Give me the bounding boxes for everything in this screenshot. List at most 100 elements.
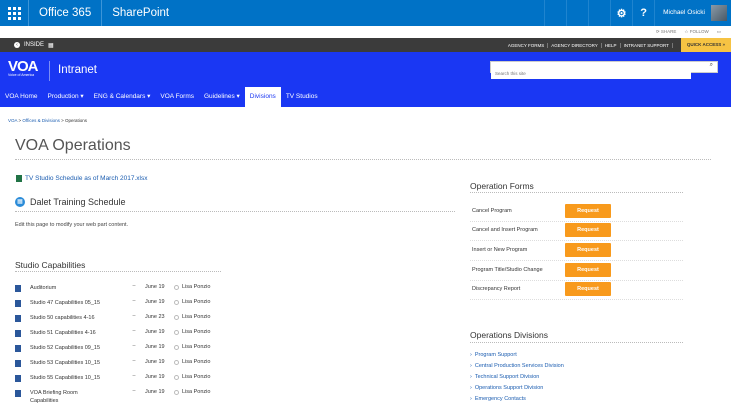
list-item: Studio 52 Capabilities 09_15 ··· June 19… xyxy=(15,343,225,359)
doc-author[interactable]: Lisa Ponzio xyxy=(182,374,210,380)
inside-voa-bar: ‹ INSIDE ▦ AGENCY FORMS AGENCY DIRECTORY… xyxy=(0,38,731,52)
title-divider xyxy=(15,159,711,160)
doc-author[interactable]: Lisa Ponzio xyxy=(182,329,210,335)
search-input[interactable] xyxy=(491,68,691,79)
form-label: Program Title/Studio Change xyxy=(472,267,543,273)
doc-author[interactable]: Lisa Ponzio xyxy=(182,359,210,365)
word-doc-icon xyxy=(15,360,21,367)
word-doc-icon xyxy=(15,300,21,307)
doc-name[interactable]: Studio 51 Capabilities 4-16 xyxy=(30,329,140,337)
doc-date: June 19 xyxy=(145,329,165,335)
page-title: VOA Operations xyxy=(15,137,131,154)
presence-icon xyxy=(174,360,179,365)
sharepoint-app-title[interactable]: SharePoint xyxy=(101,0,179,26)
word-doc-icon xyxy=(15,285,21,292)
nav-eng-calendars[interactable]: ENG & Calendars ▾ xyxy=(89,87,156,107)
user-name[interactable]: Michael Osicki xyxy=(654,0,711,26)
studio-divider xyxy=(15,271,221,272)
doc-name[interactable]: VOA Briefing Room Capabilities xyxy=(30,389,100,405)
main-navigation: VOA Home Production ▾ ENG & Calendars ▾ … xyxy=(0,87,731,107)
doc-date: June 19 xyxy=(145,359,165,365)
doc-name[interactable]: Auditorium xyxy=(30,284,140,292)
doc-author[interactable]: Lisa Ponzio xyxy=(182,299,210,305)
ellipsis-menu-icon[interactable]: ··· xyxy=(132,373,136,379)
agency-directory-link[interactable]: AGENCY DIRECTORY xyxy=(548,42,602,48)
help-icon[interactable]: ? xyxy=(632,0,654,26)
studio-capabilities-heading: Studio Capabilities xyxy=(15,260,86,270)
doc-date: June 19 xyxy=(145,389,165,395)
doc-date: June 19 xyxy=(145,284,165,290)
breadcrumb-offices-divisions[interactable]: Offices & Divisions xyxy=(22,118,59,123)
inside-voa-logo[interactable]: ‹ INSIDE ▦ xyxy=(0,42,54,49)
request-button[interactable]: Request xyxy=(565,243,611,257)
operation-forms-heading: Operation Forms xyxy=(470,181,534,191)
nav-voa-home[interactable]: VOA Home xyxy=(0,87,43,107)
ellipsis-menu-icon[interactable]: ··· xyxy=(132,358,136,364)
intranet-support-link[interactable]: INTRANET SUPPORT xyxy=(621,42,673,48)
focus-icon[interactable]: ▭ xyxy=(717,29,721,35)
list-item: Studio 55 Capabilities 10_15 ··· June 19… xyxy=(15,373,225,389)
avatar[interactable] xyxy=(711,5,727,21)
request-button[interactable]: Request xyxy=(565,282,611,296)
doc-name[interactable]: Studio 52 Capabilities 09_15 xyxy=(30,344,140,352)
doc-author[interactable]: Lisa Ponzio xyxy=(182,389,210,395)
nav-tv-studios[interactable]: TV Studios xyxy=(281,87,323,107)
settings-gear-icon[interactable]: ⚙ xyxy=(610,0,632,26)
presence-icon xyxy=(174,345,179,350)
office365-brand[interactable]: Office 365 xyxy=(28,0,101,26)
form-label: Cancel Program xyxy=(472,208,512,214)
doc-author[interactable]: Lisa Ponzio xyxy=(182,284,210,290)
request-button[interactable]: Request xyxy=(565,223,611,237)
ellipsis-menu-icon[interactable]: ··· xyxy=(132,283,136,289)
list-item: Studio 51 Capabilities 4-16 ··· June 19 … xyxy=(15,328,225,344)
search-icon[interactable]: ⌕ xyxy=(710,62,713,69)
central-production-link[interactable]: Central Production Services Division xyxy=(470,363,564,369)
form-row: Program Title/Studio Change Request xyxy=(470,263,683,281)
ellipsis-menu-icon[interactable]: ··· xyxy=(132,388,136,394)
presence-icon xyxy=(174,390,179,395)
inside-badge: ▦ xyxy=(48,42,54,49)
request-button[interactable]: Request xyxy=(565,263,611,277)
form-label: Insert or New Program xyxy=(472,247,528,253)
word-doc-icon xyxy=(15,375,21,382)
ellipsis-menu-icon[interactable]: ··· xyxy=(132,298,136,304)
list-item: Studio 50 capabilities 4-16 ··· June 23 … xyxy=(15,313,225,329)
follow-button[interactable]: ☆ FOLLOW xyxy=(684,29,708,35)
nav-production[interactable]: Production ▾ xyxy=(43,87,89,107)
presence-icon xyxy=(174,375,179,380)
back-arrow-icon: ‹ xyxy=(14,42,20,48)
ellipsis-menu-icon[interactable]: ··· xyxy=(132,343,136,349)
agency-forms-link[interactable]: AGENCY FORMS xyxy=(505,42,549,48)
breadcrumb-voa[interactable]: VOA xyxy=(8,118,17,123)
doc-name[interactable]: Studio 55 Capabilities 10_15 xyxy=(30,374,140,382)
schedule-file-link[interactable]: TV Studio Schedule as of March 2017.xlsx xyxy=(16,175,147,182)
technical-support-link[interactable]: Technical Support Division xyxy=(470,374,540,380)
utility-links: AGENCY FORMS AGENCY DIRECTORY HELP INTRA… xyxy=(505,42,673,48)
page-actions-bar: ⟳ SHARE ☆ FOLLOW ▭ xyxy=(0,26,731,38)
nav-guidelines[interactable]: Guidelines ▾ xyxy=(199,87,245,107)
share-button[interactable]: ⟳ SHARE xyxy=(656,29,677,35)
operations-support-link[interactable]: Operations Support Division xyxy=(470,385,543,391)
request-button[interactable]: Request xyxy=(565,204,611,218)
ellipsis-menu-icon[interactable]: ··· xyxy=(132,313,136,319)
doc-name[interactable]: Studio 47 Capabilities 05_15 xyxy=(30,299,140,307)
word-doc-icon xyxy=(15,315,21,322)
ellipsis-menu-icon[interactable]: ··· xyxy=(132,328,136,334)
operations-divisions-heading: Operations Divisions xyxy=(470,330,548,340)
app-launcher-icon[interactable] xyxy=(0,0,28,26)
nav-voa-forms[interactable]: VOA Forms xyxy=(155,87,199,107)
emergency-contacts-link[interactable]: Emergency Contacts xyxy=(470,396,526,402)
nav-divisions[interactable]: Divisions xyxy=(244,87,281,107)
site-title[interactable]: Intranet xyxy=(58,64,97,76)
form-label: Discrepancy Report xyxy=(472,286,521,292)
doc-name[interactable]: Studio 50 capabilities 4-16 xyxy=(30,314,140,322)
empty-slot xyxy=(588,0,610,26)
help-link[interactable]: HELP xyxy=(602,42,621,48)
doc-name[interactable]: Studio 53 Capabilities 10_15 xyxy=(30,359,140,367)
program-support-link[interactable]: Program Support xyxy=(470,352,517,358)
presence-icon xyxy=(174,300,179,305)
voa-logo[interactable]: VOA Voice of America xyxy=(8,58,38,77)
doc-author[interactable]: Lisa Ponzio xyxy=(182,344,210,350)
doc-author[interactable]: Lisa Ponzio xyxy=(182,314,210,320)
quick-access-button[interactable]: QUICK ACCESS » xyxy=(680,38,731,52)
